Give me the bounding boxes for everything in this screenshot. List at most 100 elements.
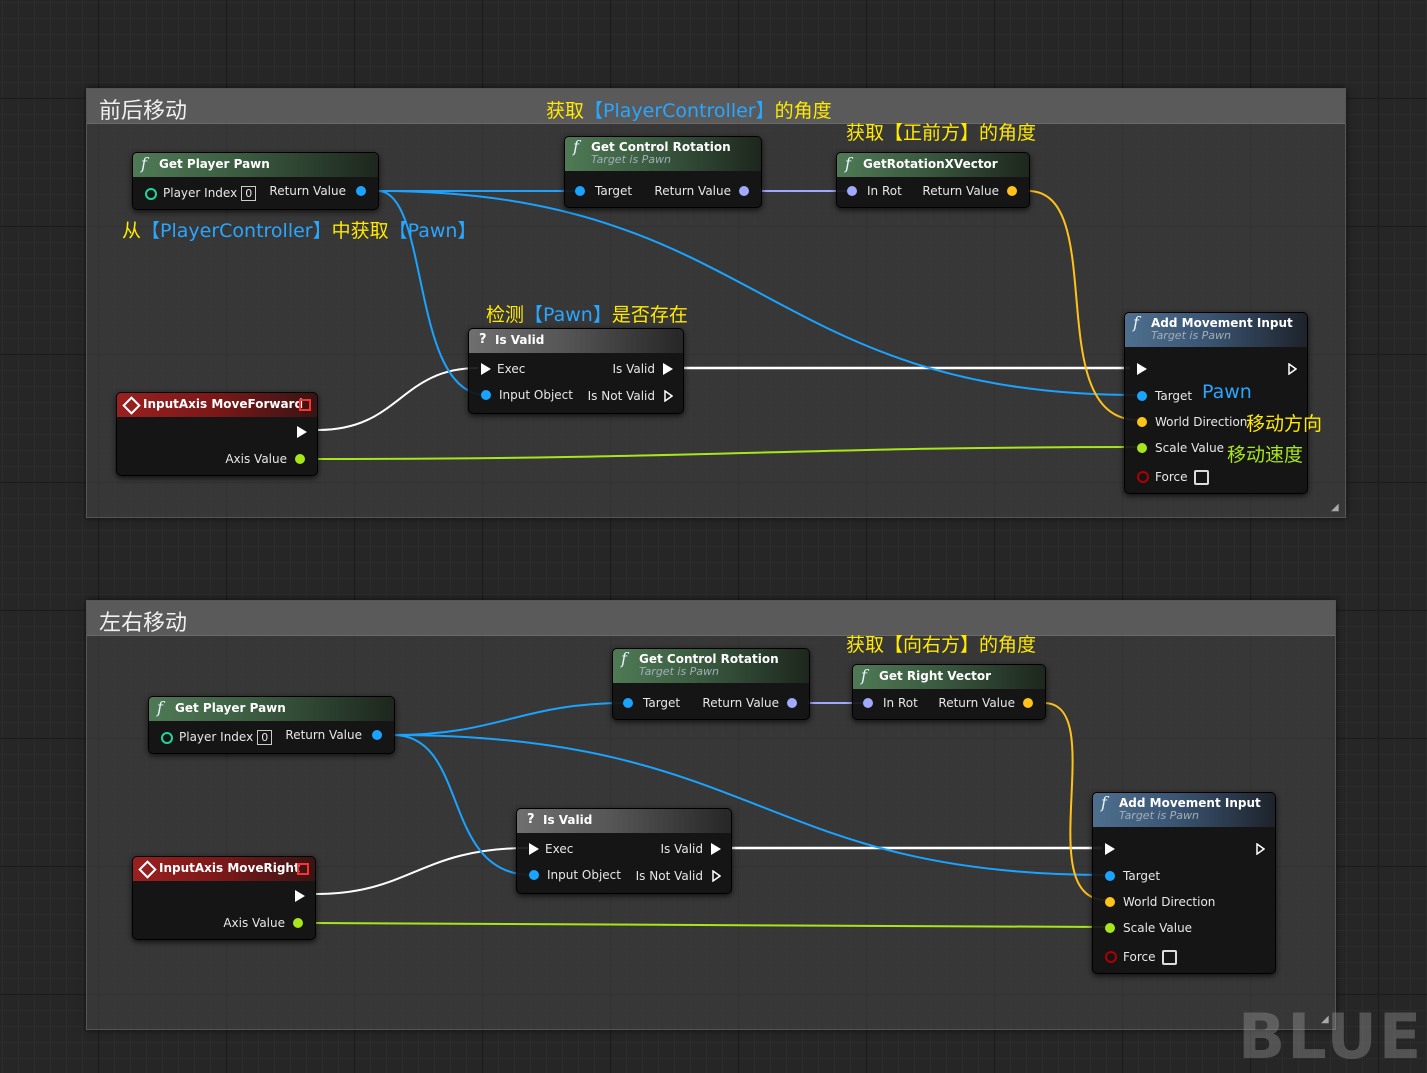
- node-title: InputAxis MoveForward: [143, 397, 304, 411]
- node-is-valid[interactable]: ? Is Valid Exec Is Valid Input Object Is…: [516, 808, 732, 894]
- macro-question-icon: ?: [479, 332, 487, 347]
- event-delegate-icon[interactable]: [297, 863, 309, 875]
- exec-in-pin-icon[interactable]: [1105, 843, 1115, 855]
- node-title: Is Valid: [543, 813, 593, 827]
- node-get-control-rotation[interactable]: f Get Control Rotation Target is Pawn Ta…: [612, 648, 810, 720]
- return-value-pin-icon[interactable]: [1007, 186, 1017, 196]
- is-valid-label: Is Valid: [660, 842, 703, 856]
- input-object-pin-icon[interactable]: [481, 390, 491, 400]
- exec-in-pin-icon[interactable]: [1137, 363, 1147, 375]
- node-title: Get Player Pawn: [159, 157, 270, 171]
- return-value-pin-icon[interactable]: [372, 730, 382, 740]
- world-direction-pin-icon[interactable]: [1105, 897, 1115, 907]
- in-rot-label: In Rot: [883, 696, 918, 710]
- node-header[interactable]: ? Is Valid: [517, 809, 731, 833]
- node-get-rotation-x-vector[interactable]: f GetRotationXVector In Rot Return Value: [836, 152, 1030, 208]
- node-header[interactable]: f GetRotationXVector: [837, 153, 1029, 177]
- return-value-label: Return Value: [938, 696, 1015, 710]
- macro-question-icon: ?: [527, 812, 535, 827]
- is-not-valid-pin-icon[interactable]: [664, 390, 673, 402]
- scale-value-pin-icon[interactable]: [1137, 443, 1147, 453]
- force-checkbox[interactable]: [1194, 470, 1209, 485]
- force-checkbox[interactable]: [1162, 950, 1177, 965]
- player-index-text: Player Index: [163, 186, 238, 200]
- player-index-input[interactable]: 0: [257, 730, 273, 745]
- comment-header[interactable]: 左右移动: [87, 601, 1335, 636]
- node-get-right-vector[interactable]: f Get Right Vector In Rot Return Value: [852, 664, 1046, 720]
- world-direction-label: World Direction: [1123, 895, 1216, 909]
- exec-out-pin-icon[interactable]: [1288, 363, 1297, 375]
- input-object-label: Input Object: [499, 388, 573, 402]
- annotation-text: 获取: [546, 100, 585, 122]
- target-label: Target: [595, 184, 633, 198]
- world-direction-label: World Direction: [1155, 415, 1248, 429]
- node-title: InputAxis MoveRight: [159, 861, 300, 875]
- player-index-label: Player Index 0: [179, 730, 273, 745]
- node-header[interactable]: InputAxis MoveRight: [133, 857, 315, 881]
- target-pin-icon[interactable]: [1105, 871, 1115, 881]
- comment-title: 前后移动: [99, 99, 188, 124]
- player-index-pin-icon[interactable]: [161, 732, 173, 744]
- node-is-valid[interactable]: ? Is Valid Exec Is Valid Input Object Is…: [468, 328, 684, 414]
- node-header[interactable]: f Add Movement Input Target is Pawn: [1125, 313, 1307, 347]
- scale-value-pin-icon[interactable]: [1105, 923, 1115, 933]
- return-value-label: Return Value: [922, 184, 999, 198]
- node-input-axis-move-forward[interactable]: InputAxis MoveForward Axis Value: [116, 392, 318, 476]
- exec-out-pin-icon[interactable]: [295, 890, 305, 902]
- in-rot-pin-icon[interactable]: [863, 698, 873, 708]
- function-icon: f: [1133, 313, 1139, 332]
- blueprint-watermark: BLUEPR: [1238, 1000, 1427, 1073]
- force-pin-icon[interactable]: [1137, 471, 1149, 483]
- force-pin-icon[interactable]: [1105, 951, 1117, 963]
- target-pin-icon[interactable]: [623, 698, 633, 708]
- player-index-pin-icon[interactable]: [145, 188, 157, 200]
- exec-in-pin-icon[interactable]: [481, 363, 491, 375]
- node-header[interactable]: ? Is Valid: [469, 329, 683, 353]
- scale-value-label: Scale Value: [1123, 921, 1193, 935]
- is-valid-label: Is Valid: [612, 362, 655, 376]
- exec-in-pin-icon[interactable]: [529, 843, 539, 855]
- function-icon: f: [861, 666, 867, 685]
- target-pin-icon[interactable]: [575, 186, 585, 196]
- is-not-valid-pin-icon[interactable]: [712, 870, 721, 882]
- node-header[interactable]: f Get Player Pawn: [133, 153, 378, 177]
- node-header[interactable]: f Get Right Vector: [853, 665, 1045, 689]
- input-object-pin-icon[interactable]: [529, 870, 539, 880]
- node-header[interactable]: f Get Player Pawn: [149, 697, 394, 721]
- function-icon: f: [845, 154, 851, 173]
- is-valid-pin-icon[interactable]: [711, 843, 721, 855]
- axis-value-pin-icon[interactable]: [295, 454, 305, 464]
- function-icon: f: [621, 649, 627, 668]
- event-delegate-icon[interactable]: [299, 399, 311, 411]
- in-rot-pin-icon[interactable]: [847, 186, 857, 196]
- node-get-control-rotation[interactable]: f Get Control Rotation Target is Pawn Ta…: [564, 136, 762, 208]
- node-header[interactable]: f Get Control Rotation Target is Pawn: [565, 137, 761, 171]
- target-pin-icon[interactable]: [1137, 391, 1147, 401]
- force-label: Force: [1123, 950, 1156, 964]
- exec-out-pin-icon[interactable]: [1256, 843, 1265, 855]
- resize-grip-icon[interactable]: ◢: [1331, 503, 1341, 513]
- is-valid-pin-icon[interactable]: [663, 363, 673, 375]
- node-title: Get Control Rotation: [639, 652, 779, 666]
- player-index-input[interactable]: 0: [241, 186, 257, 201]
- node-get-player-pawn[interactable]: f Get Player Pawn Player Index 0 Return V…: [132, 152, 379, 210]
- return-value-pin-icon[interactable]: [356, 186, 366, 196]
- node-input-axis-move-right[interactable]: InputAxis MoveRight Axis Value: [132, 856, 316, 940]
- annotation-from-controller: 从【PlayerController】中获取【Pawn】: [122, 216, 476, 243]
- target-label: Target: [1155, 389, 1193, 403]
- return-value-pin-icon[interactable]: [1023, 698, 1033, 708]
- node-header[interactable]: InputAxis MoveForward: [117, 393, 317, 417]
- input-object-label: Input Object: [547, 868, 621, 882]
- axis-value-pin-icon[interactable]: [293, 918, 303, 928]
- world-direction-pin-icon[interactable]: [1137, 417, 1147, 427]
- annotation-pawn: Pawn: [1202, 381, 1252, 403]
- node-header[interactable]: f Add Movement Input Target is Pawn: [1093, 793, 1275, 827]
- node-header[interactable]: f Get Control Rotation Target is Pawn: [613, 649, 809, 683]
- node-get-player-pawn[interactable]: f Get Player Pawn Player Index 0 Return V…: [148, 696, 395, 754]
- return-value-pin-icon[interactable]: [739, 186, 749, 196]
- return-value-pin-icon[interactable]: [787, 698, 797, 708]
- exec-out-pin-icon[interactable]: [297, 426, 307, 438]
- node-add-movement-input[interactable]: f Add Movement Input Target is Pawn Targ…: [1092, 792, 1276, 974]
- annotation-move-speed: 移动速度: [1227, 444, 1304, 466]
- return-value-label: Return Value: [269, 184, 346, 198]
